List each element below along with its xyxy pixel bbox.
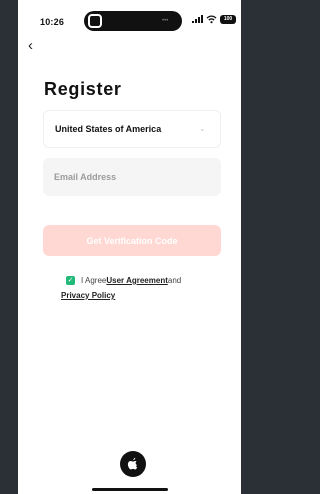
screenshot-canvas: 10:26 ••• 100 ‹ Register United States o… [0,0,249,494]
page-title: Register [44,79,122,99]
email-field[interactable] [43,158,221,196]
apple-login-button[interactable] [120,451,146,477]
status-bar: 10:26 ••• 100 [18,0,241,40]
battery-level: 100 [223,15,233,22]
country-value: United States of America [55,124,162,134]
phone-screen: 10:26 ••• 100 ‹ Register United States o… [18,0,241,494]
agreement-text: I AgreeUser Agreementand [81,273,181,288]
agreement-conjunction: and [167,276,182,285]
agreement-prefix: I Agree [81,276,107,285]
agreement-checkbox[interactable]: ✓ [66,276,75,285]
status-time: 10:26 [40,17,65,27]
island-indicator-icon [88,14,102,28]
signal-icon [192,15,203,23]
island-dots-icon: ••• [162,18,169,24]
home-indicator [92,488,168,491]
status-icons: 100 [192,14,236,24]
battery-icon: 100 [220,14,236,24]
apple-icon [127,457,138,470]
get-verification-code-button[interactable]: Get Verification Code [43,225,221,256]
back-button[interactable]: ‹ [28,38,42,54]
dynamic-island: ••• [84,11,182,31]
wifi-icon [206,14,217,23]
user-agreement-link[interactable]: User Agreement [106,276,168,285]
privacy-policy-link[interactable]: Privacy Policy [61,288,115,303]
chevron-down-icon: ⌄ [199,124,206,133]
country-select[interactable]: United States of America ⌄ [43,110,221,148]
